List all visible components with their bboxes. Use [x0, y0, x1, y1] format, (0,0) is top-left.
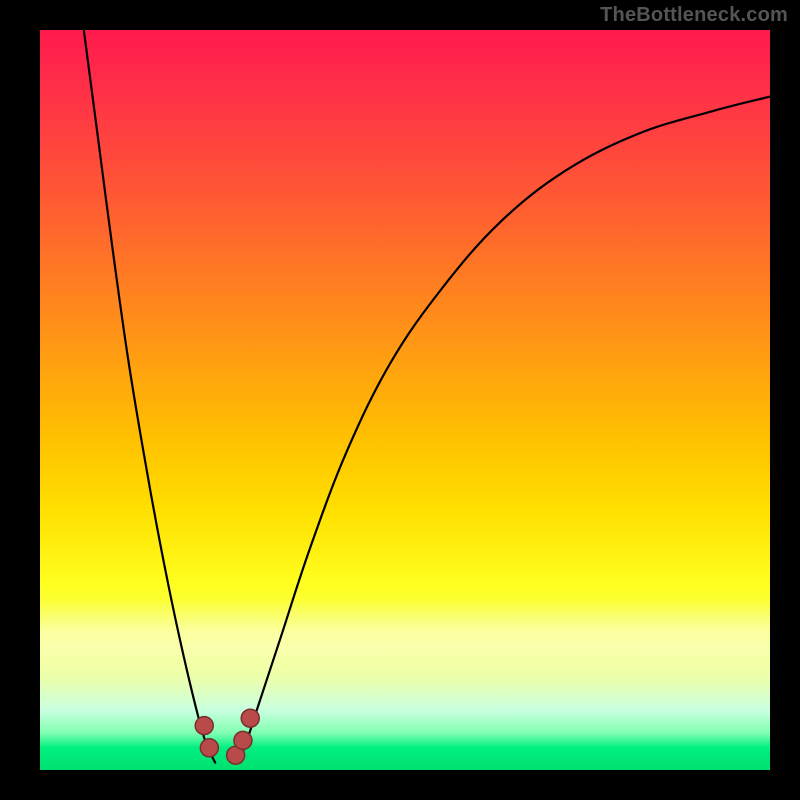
watermark-text: TheBottleneck.com — [600, 4, 788, 27]
chart-svg — [40, 30, 770, 770]
data-marker — [234, 731, 252, 749]
plot-area — [40, 30, 770, 770]
curve-right-branch — [237, 97, 770, 763]
data-marker — [200, 739, 218, 757]
chart-frame: TheBottleneck.com — [0, 0, 800, 800]
curve-left-branch — [84, 30, 215, 763]
curve-group — [84, 30, 770, 763]
data-marker — [195, 717, 213, 735]
data-marker — [241, 709, 259, 727]
